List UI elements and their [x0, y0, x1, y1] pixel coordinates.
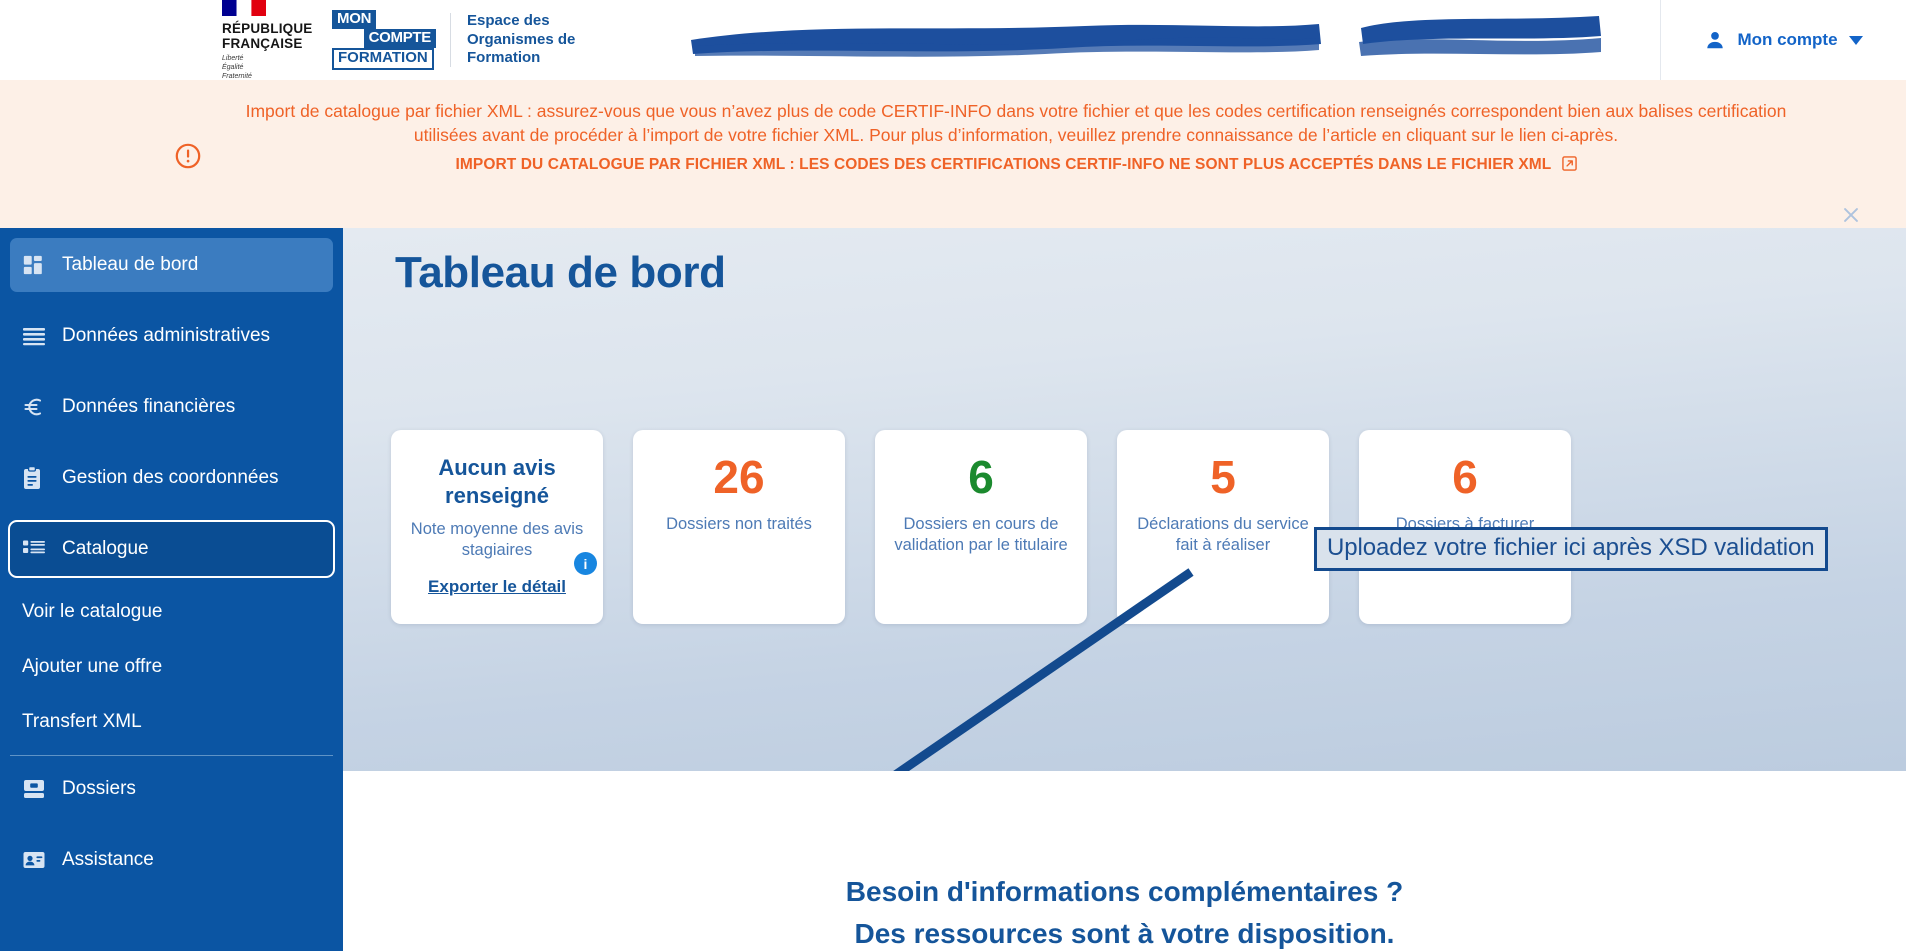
header-title-line3: Formation: [467, 49, 541, 67]
card-value: 26: [713, 451, 765, 503]
sidebar-item-assistance[interactable]: Assistance: [10, 833, 333, 887]
redacted-organization-name: [685, 10, 1325, 60]
main-content: Tableau de bord Aucun avis renseigné Not…: [343, 228, 1906, 951]
resources-section: Besoin d'informations complémentaires ? …: [343, 771, 1906, 951]
header-title-line2: Organismes de: [467, 30, 576, 48]
info-icon[interactable]: i: [574, 552, 597, 575]
clipboard-icon: [22, 466, 62, 490]
card-value: 5: [1210, 451, 1236, 503]
list-lines-icon: [22, 326, 62, 346]
sidebar-item-label: Catalogue: [62, 538, 149, 559]
card-value: 6: [968, 451, 994, 503]
sidebar-subitem-label: Voir le catalogue: [22, 600, 163, 622]
sidebar-item-dossiers[interactable]: Dossiers: [10, 762, 333, 816]
sidebar-item-label: Données financières: [62, 396, 236, 417]
user-icon: [1707, 32, 1724, 49]
logo-word-formation: FORMATION: [332, 48, 434, 70]
stat-card-dossiers-en-validation[interactable]: 6 Dossiers en cours de validation par le…: [875, 430, 1087, 624]
close-icon: [1844, 208, 1858, 222]
alert-circle-icon: [175, 143, 201, 169]
sidebar-item-catalogue[interactable]: Catalogue: [8, 520, 335, 578]
dashboard-icon: [22, 254, 62, 276]
republic-line2: FRANÇAISE: [222, 35, 303, 51]
sidebar-item-label: Gestion des coordonnées: [62, 467, 279, 488]
header-title: Espace des Organismes de Formation: [467, 12, 575, 68]
resources-heading-line2: Des ressources sont à votre disposition.: [854, 918, 1395, 949]
header-divider: [450, 13, 451, 67]
motto-liberte: Liberté: [222, 54, 244, 62]
french-flag-icon: [222, 0, 266, 16]
page-title: Tableau de bord: [395, 248, 726, 297]
banner-close-button[interactable]: [1836, 200, 1866, 230]
warning-banner: Import de catalogue par fichier XML : as…: [0, 80, 1906, 228]
header-title-line1: Espace des: [467, 12, 550, 30]
sidebar-subitem-transfert-xml[interactable]: Transfert XML: [0, 694, 343, 749]
card-label: Dossiers non traités: [666, 515, 812, 533]
republic-line1: RÉPUBLIQUE: [222, 20, 313, 36]
inbox-icon: [22, 778, 62, 800]
sidebar-nav: Tableau de bord Données administratives: [0, 228, 343, 951]
redacted-user-name: [1355, 6, 1605, 68]
banner-link-text: IMPORT DU CATALOGUE PAR FICHIER XML : LE…: [455, 156, 1552, 173]
sidebar-item-gestion-des-coordonnees[interactable]: Gestion des coordonnées: [10, 451, 333, 505]
sidebar-item-tableau-de-bord[interactable]: Tableau de bord: [10, 238, 333, 292]
dashboard-hero: Tableau de bord Aucun avis renseigné Not…: [343, 228, 1906, 906]
sidebar-subitem-voir-le-catalogue[interactable]: Voir le catalogue: [0, 584, 343, 639]
sidebar-item-label: Assistance: [62, 849, 154, 870]
banner-article-link[interactable]: IMPORT DU CATALOGUE PAR FICHIER XML : LE…: [218, 153, 1814, 177]
contact-card-icon: [22, 850, 62, 870]
annotation-callout: Uploadez votre fichier ici après XSD val…: [1314, 527, 1828, 571]
logo-word-compte: COMPTE: [363, 29, 436, 49]
card-subtitle: Note moyenne des avis stagiaires: [410, 520, 584, 559]
mon-compte-formation-logo[interactable]: MON COMPTE FORMATION: [332, 10, 436, 70]
banner-message: Import de catalogue par fichier XML : as…: [245, 101, 1787, 145]
export-detail-link[interactable]: Exporter le détail: [428, 577, 566, 597]
annotation-text: Uploadez votre fichier ici après XSD val…: [1327, 534, 1815, 561]
stat-card-dossiers-non-traites[interactable]: 26 Dossiers non traités: [633, 430, 845, 624]
card-heading: Aucun avis renseigné: [438, 455, 556, 508]
account-label: Mon compte: [1737, 30, 1838, 49]
catalog-list-icon: [22, 539, 62, 559]
app-root: RÉPUBLIQUE FRANÇAISE Liberté Égalité Fra…: [0, 0, 1906, 951]
external-link-icon: [1561, 156, 1577, 171]
stat-card-avis: Aucun avis renseigné Note moyenne des av…: [391, 430, 603, 624]
card-value: 6: [1452, 451, 1478, 503]
card-label: Déclarations du service fait à réaliser: [1137, 515, 1309, 554]
logo-word-mon: MON: [332, 10, 377, 30]
stat-card-declarations-service-fait[interactable]: 5 Déclarations du service fait à réalise…: [1117, 430, 1329, 624]
banner-content: Import de catalogue par fichier XML : as…: [218, 99, 1814, 177]
sidebar-divider: [10, 755, 333, 756]
sidebar-item-label: Données administratives: [62, 325, 271, 346]
motto-egalite: Égalité: [222, 64, 244, 72]
sidebar-item-donnees-administratives[interactable]: Données administratives: [10, 309, 333, 363]
sidebar-item-donnees-financieres[interactable]: Données financières: [10, 380, 333, 434]
sidebar-subitem-ajouter-une-offre[interactable]: Ajouter une offre: [0, 639, 343, 694]
sidebar-item-label: Tableau de bord: [62, 254, 199, 275]
chevron-down-icon: [1848, 35, 1863, 45]
sidebar-subitem-label: Ajouter une offre: [22, 655, 163, 677]
republic-motto: Liberté Égalité Fraternité: [222, 54, 314, 81]
resources-heading-line1: Besoin d'informations complémentaires ?: [845, 876, 1404, 907]
account-menu[interactable]: Mon compte: [1660, 0, 1906, 80]
card-label: Dossiers en cours de validation par le t…: [894, 515, 1068, 554]
sidebar-subitem-label: Transfert XML: [22, 710, 142, 732]
app-header: RÉPUBLIQUE FRANÇAISE Liberté Égalité Fra…: [0, 0, 1906, 80]
marianne-logo: RÉPUBLIQUE FRANÇAISE Liberté Égalité Fra…: [222, 0, 314, 81]
sidebar-item-label: Dossiers: [62, 778, 136, 799]
euro-icon: [22, 395, 62, 419]
